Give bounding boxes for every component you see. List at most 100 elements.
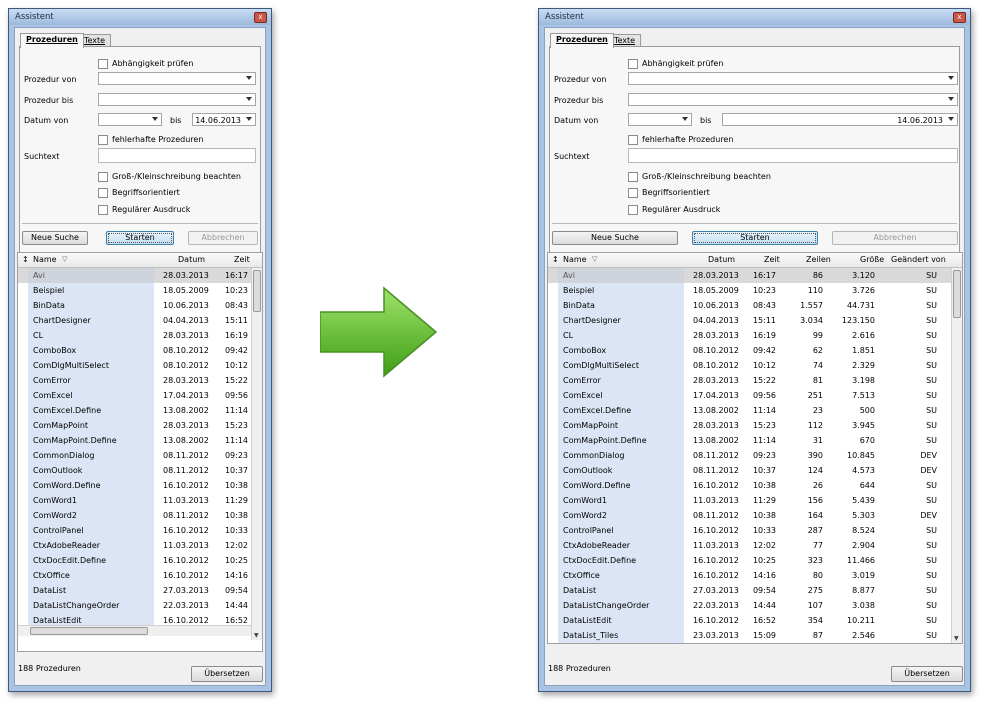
proc-to-combo[interactable] bbox=[628, 93, 958, 106]
table-row[interactable]: DataListChangeOrder 22.03.2013 14:44 bbox=[18, 598, 251, 613]
translate-button[interactable]: Übersetzen bbox=[191, 666, 263, 682]
table-row[interactable]: ComError 28.03.2013 15:22 81 3.198 SU bbox=[548, 373, 951, 388]
close-icon[interactable]: x bbox=[254, 12, 267, 23]
cancel-button[interactable]: Abbrechen bbox=[832, 231, 958, 245]
procedures-grid[interactable]: ↕ Name ▽ Datum Zeit Avi 28.03.2013 16:17 Be… bbox=[17, 252, 263, 652]
search-text-input[interactable] bbox=[628, 148, 958, 163]
vertical-scrollbar[interactable]: ▼ bbox=[951, 268, 962, 643]
table-row[interactable]: ComWord.Define 16.10.2012 10:38 bbox=[18, 478, 251, 493]
scroll-thumb[interactable] bbox=[253, 270, 261, 312]
faulty-checkbox[interactable] bbox=[628, 135, 638, 145]
table-row[interactable]: ComMapPoint 28.03.2013 15:23 bbox=[18, 418, 251, 433]
table-row[interactable]: BinData 10.06.2013 08:43 1.557 44.731 SU bbox=[548, 298, 951, 313]
sort-handle-icon[interactable]: ↕ bbox=[22, 255, 29, 264]
table-row[interactable]: ControlPanel 16.10.2012 10:33 287 8.524 SU bbox=[548, 523, 951, 538]
table-row[interactable]: Beispiel 18.05.2009 10:23 110 3.726 SU bbox=[548, 283, 951, 298]
table-row[interactable]: ComError 28.03.2013 15:22 bbox=[18, 373, 251, 388]
table-row[interactable]: Avi 28.03.2013 16:17 bbox=[18, 268, 251, 283]
proc-to-combo[interactable] bbox=[98, 93, 256, 106]
table-row[interactable]: ComOutlook 08.11.2012 10:37 124 4.573 DEV bbox=[548, 463, 951, 478]
title-bar[interactable]: Assistent x bbox=[9, 9, 271, 25]
new-search-button[interactable]: Neue Suche bbox=[552, 231, 678, 245]
table-row[interactable]: DataList 27.03.2013 09:54 275 8.877 SU bbox=[548, 583, 951, 598]
table-row[interactable]: ComWord1 11.03.2013 11:29 156 5.439 SU bbox=[548, 493, 951, 508]
term-checkbox[interactable] bbox=[628, 188, 638, 198]
table-row[interactable]: ComExcel.Define 13.08.2002 11:14 bbox=[18, 403, 251, 418]
table-row[interactable]: CtxAdobeReader 11.03.2013 12:02 77 2.904 SU bbox=[548, 538, 951, 553]
translate-button[interactable]: Übersetzen bbox=[891, 666, 963, 682]
title-bar[interactable]: Assistent x bbox=[539, 9, 970, 25]
dependency-checkbox[interactable] bbox=[98, 59, 108, 69]
table-row[interactable]: CtxDocEdit.Define 16.10.2012 10:25 bbox=[18, 553, 251, 568]
col-name[interactable]: Name bbox=[33, 255, 57, 264]
table-row[interactable]: CtxOffice 16.10.2012 14:16 bbox=[18, 568, 251, 583]
sort-handle-icon[interactable]: ↕ bbox=[552, 255, 559, 264]
table-row[interactable]: ComWord.Define 16.10.2012 10:38 26 644 SU bbox=[548, 478, 951, 493]
cancel-button[interactable]: Abbrechen bbox=[188, 231, 258, 245]
tab-prozeduren[interactable]: Prozeduren bbox=[20, 33, 84, 48]
date-to-picker[interactable]: 14.06.2013 bbox=[192, 113, 256, 126]
horizontal-scrollbar[interactable] bbox=[18, 625, 251, 636]
table-row[interactable]: CL 28.03.2013 16:19 bbox=[18, 328, 251, 343]
search-text-input[interactable] bbox=[98, 148, 256, 163]
tab-prozeduren[interactable]: Prozeduren bbox=[550, 33, 614, 48]
table-row[interactable]: ComDlgMultiSelect 08.10.2012 10:12 bbox=[18, 358, 251, 373]
case-checkbox[interactable] bbox=[98, 172, 108, 182]
table-row[interactable]: CtxAdobeReader 11.03.2013 12:02 bbox=[18, 538, 251, 553]
term-checkbox[interactable] bbox=[98, 188, 108, 198]
date-from-picker[interactable] bbox=[98, 113, 162, 126]
table-row[interactable]: ComWord2 08.11.2012 10:38 bbox=[18, 508, 251, 523]
table-row[interactable]: CtxOffice 16.10.2012 14:16 80 3.019 SU bbox=[548, 568, 951, 583]
col-date[interactable]: Datum bbox=[708, 255, 735, 264]
new-search-button[interactable]: Neue Suche bbox=[22, 231, 88, 245]
table-row[interactable]: ComExcel.Define 13.08.2002 11:14 23 500 SU bbox=[548, 403, 951, 418]
faulty-checkbox[interactable] bbox=[98, 135, 108, 145]
table-row[interactable]: ComboBox 08.10.2012 09:42 62 1.851 SU bbox=[548, 343, 951, 358]
table-row[interactable]: ComDlgMultiSelect 08.10.2012 10:12 74 2.329 S… bbox=[548, 358, 951, 373]
regex-checkbox[interactable] bbox=[98, 205, 108, 215]
table-row[interactable]: ComWord1 11.03.2013 11:29 bbox=[18, 493, 251, 508]
col-date[interactable]: Datum bbox=[178, 255, 205, 264]
close-icon[interactable]: x bbox=[953, 12, 966, 23]
table-row[interactable]: ControlPanel 16.10.2012 10:33 bbox=[18, 523, 251, 538]
date-to-picker[interactable]: 14.06.2013 bbox=[722, 113, 958, 126]
procedures-grid[interactable]: ↕ Name ▽ Datum Zeit Zeilen Größe Geänder… bbox=[547, 252, 963, 644]
table-row[interactable]: DataList_Tiles 23.03.2013 15:09 87 2.546 SU bbox=[548, 628, 951, 643]
table-row[interactable]: Beispiel 18.05.2009 10:23 bbox=[18, 283, 251, 298]
table-row[interactable]: ComExcel 17.04.2013 09:56 bbox=[18, 388, 251, 403]
proc-from-combo[interactable] bbox=[98, 72, 256, 85]
col-size[interactable]: Größe bbox=[860, 255, 884, 264]
dependency-checkbox[interactable] bbox=[628, 59, 638, 69]
regex-checkbox[interactable] bbox=[628, 205, 638, 215]
date-from-picker[interactable] bbox=[628, 113, 692, 126]
table-row[interactable]: ChartDesigner 04.04.2013 15:11 bbox=[18, 313, 251, 328]
case-checkbox[interactable] bbox=[628, 172, 638, 182]
vertical-scrollbar[interactable]: ▼ bbox=[251, 268, 262, 640]
table-row[interactable]: CtxDocEdit.Define 16.10.2012 10:25 323 11.46… bbox=[548, 553, 951, 568]
col-changed-by[interactable]: Geändert von bbox=[891, 255, 946, 264]
table-row[interactable]: Avi 28.03.2013 16:17 86 3.120 SU bbox=[548, 268, 951, 283]
table-row[interactable]: DataListEdit 16.10.2012 16:52 354 10.211 SU bbox=[548, 613, 951, 628]
proc-from-combo[interactable] bbox=[628, 72, 958, 85]
start-button[interactable]: Starten bbox=[106, 231, 174, 245]
table-row[interactable]: ComMapPoint.Define 13.08.2002 11:14 bbox=[18, 433, 251, 448]
table-row[interactable]: ComOutlook 08.11.2012 10:37 bbox=[18, 463, 251, 478]
start-button[interactable]: Starten bbox=[692, 231, 818, 245]
table-row[interactable]: DataListChangeOrder 22.03.2013 14:44 107 3.0… bbox=[548, 598, 951, 613]
hscroll-thumb[interactable] bbox=[30, 627, 148, 635]
table-row[interactable]: CL 28.03.2013 16:19 99 2.616 SU bbox=[548, 328, 951, 343]
scroll-down-icon[interactable]: ▼ bbox=[254, 632, 259, 639]
table-row[interactable]: ComMapPoint 28.03.2013 15:23 112 3.945 SU bbox=[548, 418, 951, 433]
scroll-down-icon[interactable]: ▼ bbox=[954, 635, 959, 642]
table-row[interactable]: BinData 10.06.2013 08:43 bbox=[18, 298, 251, 313]
col-time[interactable]: Zeit bbox=[234, 255, 250, 264]
table-row[interactable]: ComboBox 08.10.2012 09:42 bbox=[18, 343, 251, 358]
scroll-thumb[interactable] bbox=[953, 270, 961, 318]
table-row[interactable]: DataList 27.03.2013 09:54 bbox=[18, 583, 251, 598]
col-time[interactable]: Zeit bbox=[764, 255, 780, 264]
table-row[interactable]: ComExcel 17.04.2013 09:56 251 7.513 SU bbox=[548, 388, 951, 403]
table-row[interactable]: CommonDialog 08.11.2012 09:23 bbox=[18, 448, 251, 463]
table-row[interactable]: ComMapPoint.Define 13.08.2002 11:14 31 670 SU bbox=[548, 433, 951, 448]
col-lines[interactable]: Zeilen bbox=[806, 255, 831, 264]
table-row[interactable]: ComWord2 08.11.2012 10:38 164 5.303 DEV bbox=[548, 508, 951, 523]
